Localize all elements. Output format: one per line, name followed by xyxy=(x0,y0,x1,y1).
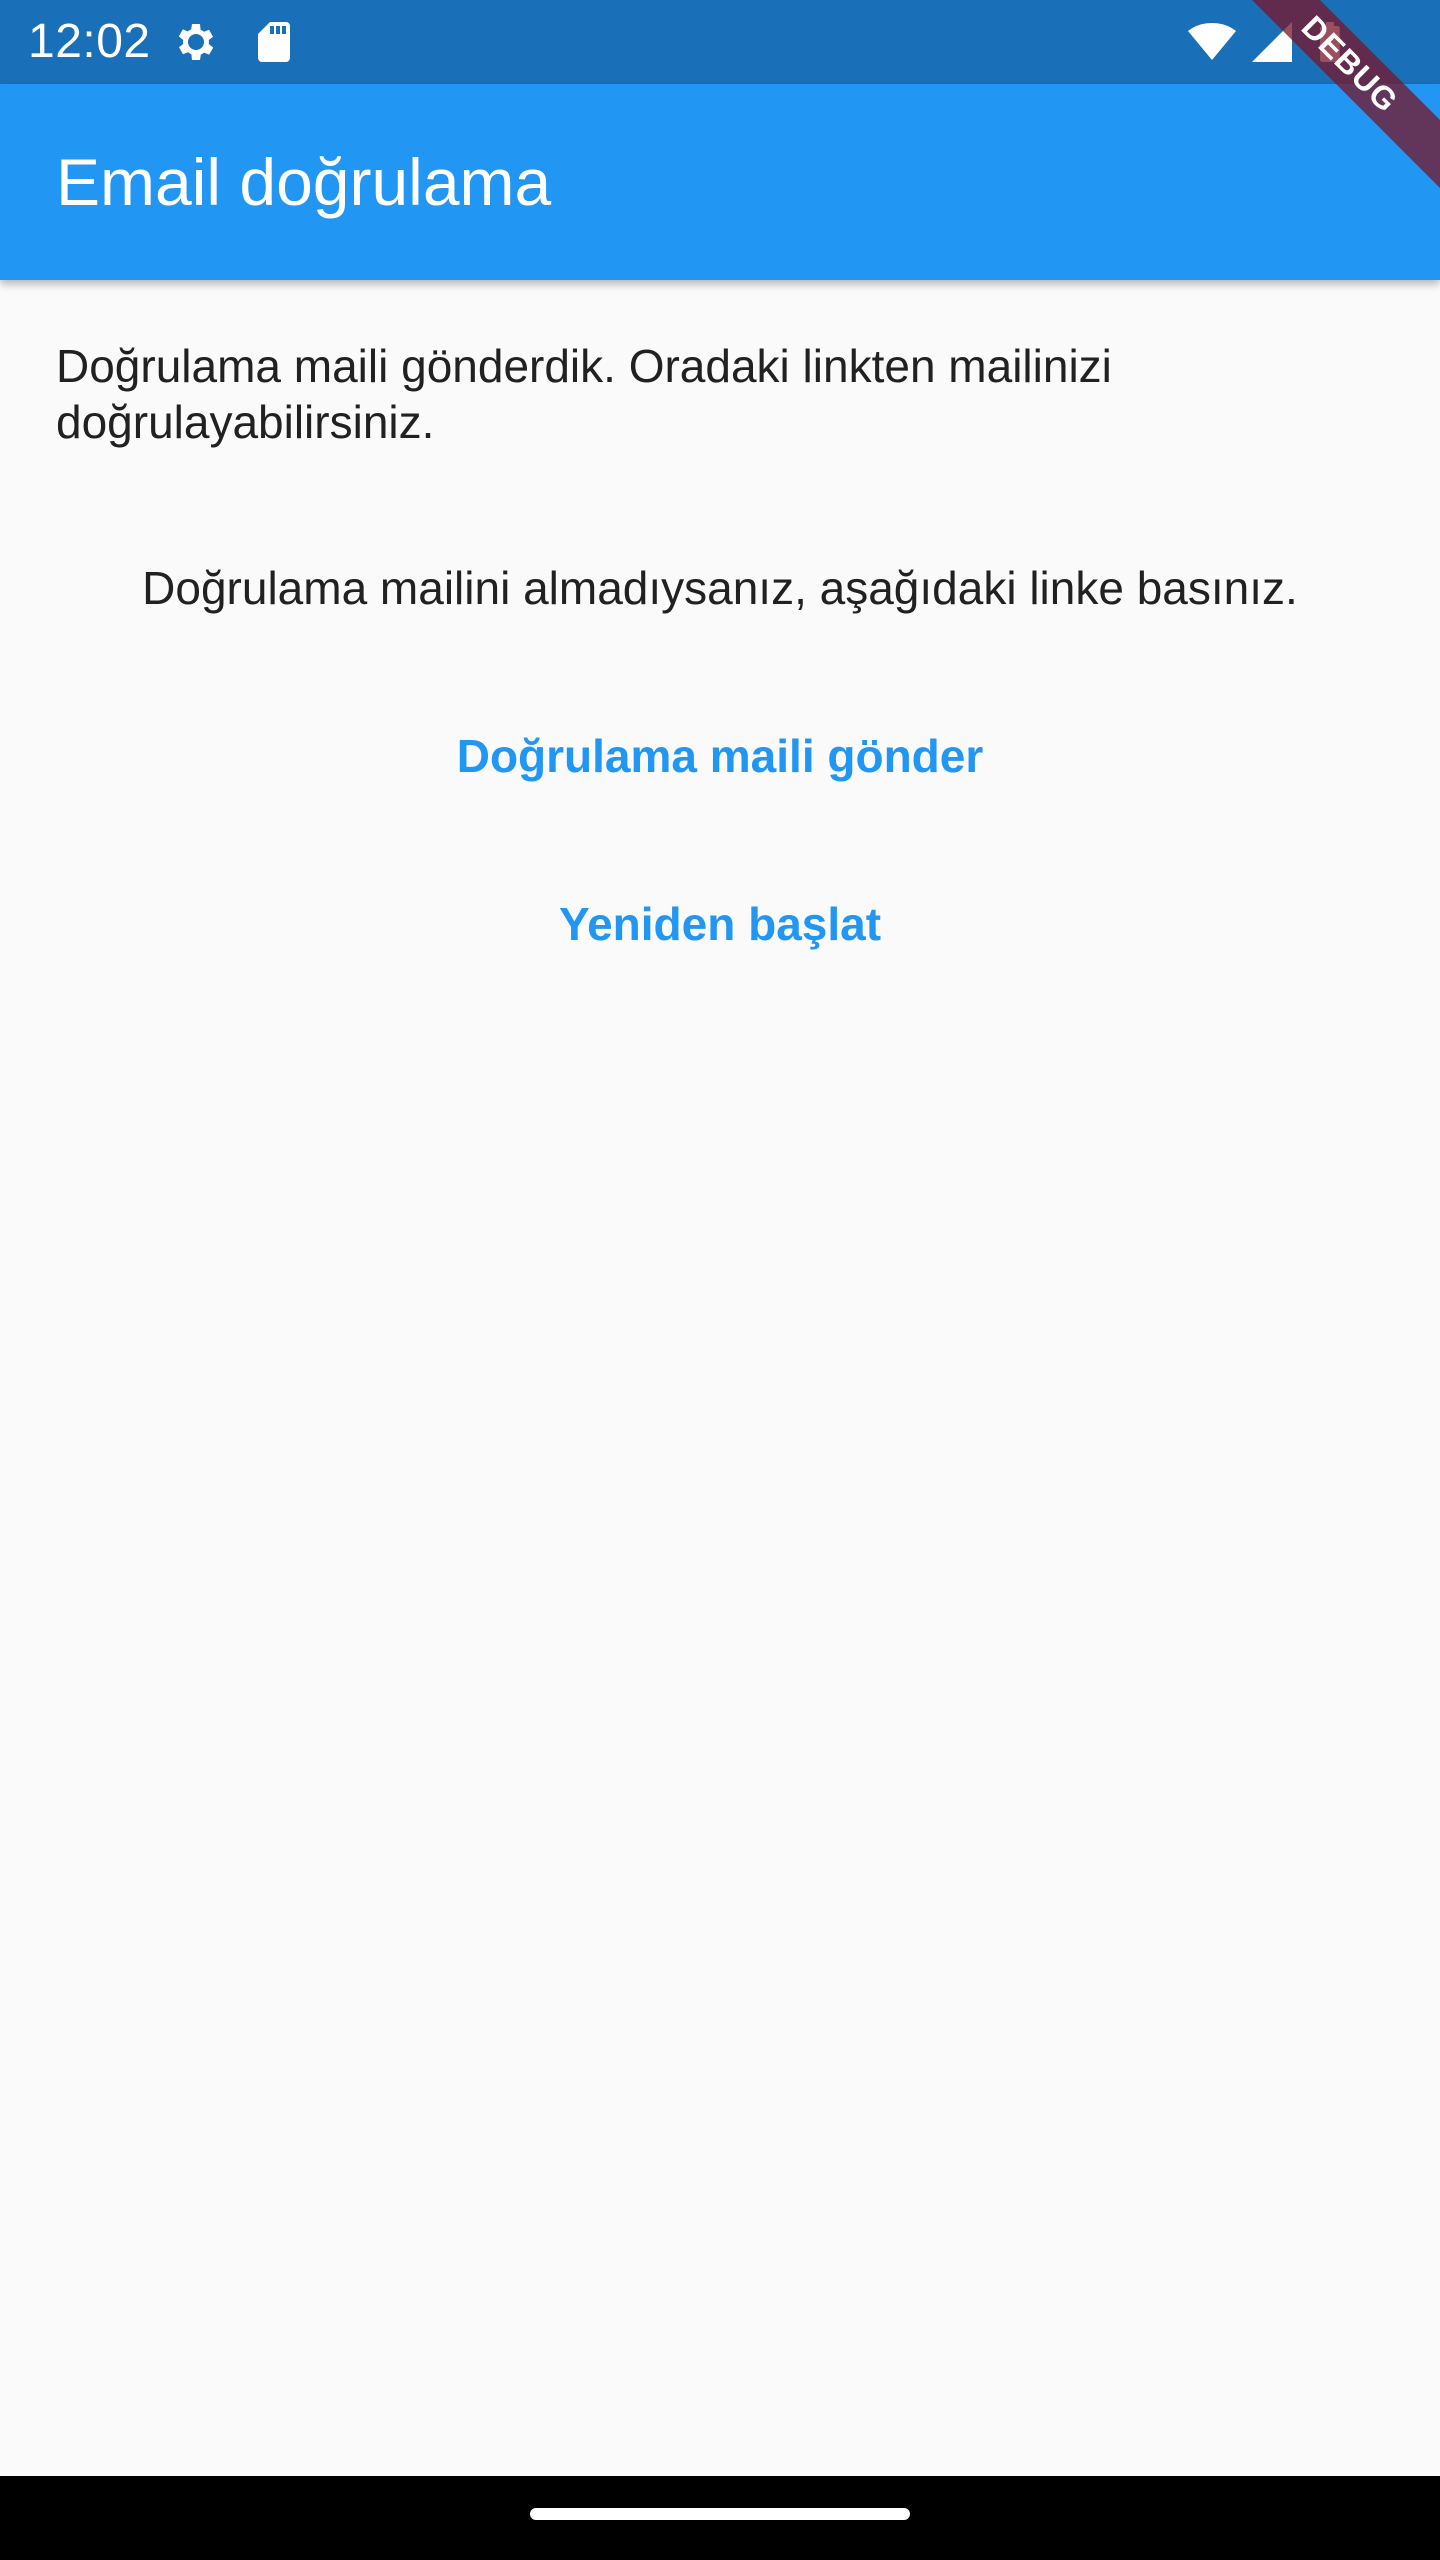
verification-info-text: Doğrulama maili gönderdik. Oradaki linkt… xyxy=(56,340,1112,448)
screen: 12:02 DEBUG Email doğrulama Doğrulama ma… xyxy=(0,0,1440,2560)
status-time: 12:02 xyxy=(28,15,151,68)
system-nav-bar xyxy=(0,2476,1440,2560)
restart-button[interactable]: Yeniden başlat xyxy=(420,876,1020,972)
send-verification-email-button[interactable]: Doğrulama maili gönder xyxy=(420,708,1020,804)
settings-icon xyxy=(172,18,220,66)
sd-card-icon xyxy=(250,18,298,66)
app-bar: Email doğrulama xyxy=(0,84,1440,280)
wifi-icon xyxy=(1188,18,1236,66)
home-gesture-handle[interactable] xyxy=(530,2508,910,2520)
page-title: Email doğrulama xyxy=(56,145,552,219)
status-bar: 12:02 xyxy=(0,0,1440,84)
resend-hint-text: Doğrulama mailini almadıysanız, aşağıdak… xyxy=(142,562,1298,614)
